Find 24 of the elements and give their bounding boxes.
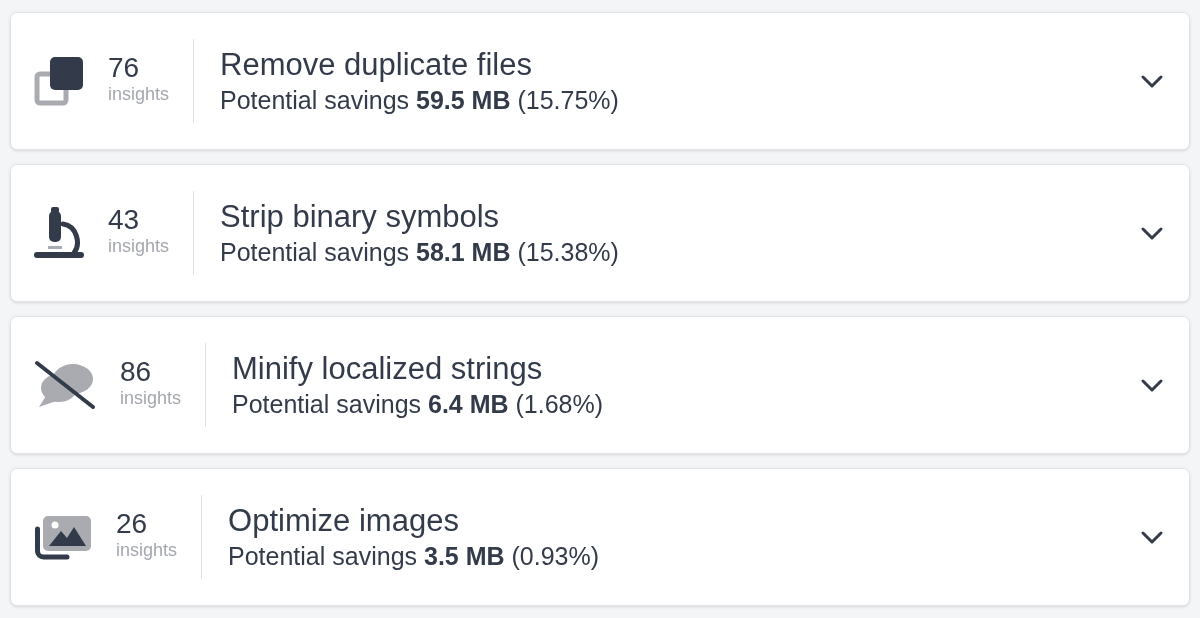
chevron-icon[interactable] xyxy=(1141,226,1163,240)
microscope-icon xyxy=(34,207,84,259)
chevron-icon[interactable] xyxy=(1141,74,1163,88)
potential-savings-text: Potential savings 3.5 MB (0.93%) xyxy=(228,541,600,571)
insight-count: 43 xyxy=(108,203,140,236)
image-stack-icon xyxy=(34,514,92,560)
insight-count-label: insights xyxy=(108,235,170,257)
insight-count: 26 xyxy=(116,507,148,540)
potential-savings-text: Potential savings 6.4 MB (1.68%) xyxy=(232,389,604,419)
chevron-icon[interactable] xyxy=(1141,530,1163,544)
potential-savings-text: Potential savings 58.1 MB (15.38%) xyxy=(220,237,619,267)
overlapping-squares-icon xyxy=(34,56,84,106)
insight-count-label: insights xyxy=(116,539,178,561)
insight-count-label: insights xyxy=(108,83,170,105)
insight-title: Strip binary symbols xyxy=(220,199,500,235)
chevron-icon[interactable] xyxy=(1141,378,1163,392)
potential-savings-text: Potential savings 59.5 MB (15.75%) xyxy=(220,85,619,115)
insight-title: Minify localized strings xyxy=(232,351,543,387)
insight-count: 76 xyxy=(108,51,140,84)
insight-title: Optimize images xyxy=(228,503,459,539)
insight-count-label: insights xyxy=(120,387,182,409)
crossed-out-chat-icon xyxy=(34,360,96,410)
insight-title: Remove duplicate files xyxy=(220,47,532,83)
insight-count: 86 xyxy=(120,355,152,388)
